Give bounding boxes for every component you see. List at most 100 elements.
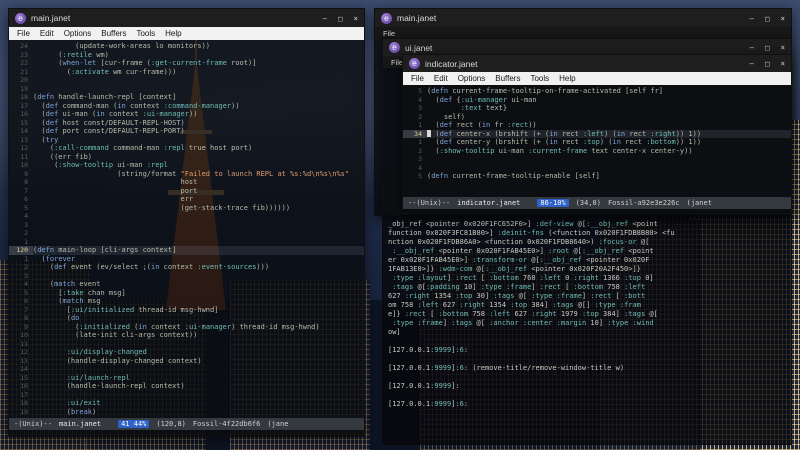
menu-item-options[interactable]: Options [453,74,491,83]
code-line[interactable]: 16 (handle-launch-repl context) [9,382,364,391]
code-line[interactable]: 9 (string/format "Failed to launch REPL … [9,170,364,179]
indicator-editor-lines[interactable]: 5 (defn current-frame-tooltip-on-frame-ac… [403,85,791,197]
code-line[interactable]: 12 :ui/display-changed [9,348,364,357]
code-line[interactable]: 1 (def rect (in fr :rect)) [403,121,791,130]
code-line[interactable]: 13 (handle-display-changed context) [9,357,364,366]
code-line[interactable]: 14 (def port const/DEFAULT-REPL-PORT) [9,127,364,136]
window-main-janet[interactable]: e main.janet – □ × File Edit Options Buffer… [8,8,365,437]
code-line[interactable]: 19 [9,85,364,94]
close-button[interactable]: × [353,14,358,23]
code-line[interactable]: 22 (when-let [cur-frame (:get-current-fr… [9,59,364,68]
line-number: 8 [24,178,28,186]
code-line[interactable]: 16 (def ui-man (in context :ui-manager)) [9,110,364,119]
menu-item-buffers[interactable]: Buffers [490,74,525,83]
code-line[interactable]: 7 [:ui/initialized thread-id msg-hwnd] [9,306,364,315]
menu-item-help[interactable]: Help [160,29,186,38]
code-line[interactable]: 34 (def center-x (brshift (+ (in rect :l… [403,129,791,138]
title-bar[interactable]: e main.janet – □ × [9,9,364,27]
line-number: 12 [20,144,28,152]
code-line[interactable]: 4 (match event [9,280,364,289]
code-line[interactable]: 2 (:show-tooltip ui-man :current-frame t… [403,147,791,156]
minibuffer[interactable] [403,209,791,213]
menu-item-file[interactable]: File [406,74,429,83]
menu-item-options[interactable]: Options [59,29,97,38]
code-line[interactable]: 24 (update-work-areas lo monitors)) [9,42,364,51]
code-line[interactable]: 4 [9,212,364,221]
code-line[interactable]: 11 [9,340,364,349]
title-bar[interactable]: e indicator.janet – □ × [403,55,791,72]
code-line[interactable]: 14 [9,365,364,374]
code-line[interactable]: 6 (match msg [9,297,364,306]
menu-item-tools[interactable]: Tools [525,74,554,83]
code-line[interactable]: 5 (get-stack-trace fib)))))) [9,204,364,213]
close-button[interactable]: × [780,43,785,52]
code-line[interactable]: 7 port [9,187,364,196]
code-line[interactable]: 1 (forever [9,255,364,264]
menu-item-help[interactable]: Help [554,74,580,83]
code-line[interactable]: 15 :ui/launch-repl [9,374,364,383]
code-line[interactable]: 1 (def center-y (brshift (+ (in rect :to… [403,138,791,147]
menu-bar: File Edit Options Buffers Tools Help [9,27,364,40]
code-line[interactable]: 15 (def host const/DEFAULT-REPL-HOST) [9,119,364,128]
code-line[interactable]: 8 host [9,178,364,187]
maximize-button[interactable]: □ [765,59,770,68]
line-number: 20 [20,76,28,84]
code-line[interactable]: 17 [9,391,364,400]
code-line[interactable]: 17 (def command-man (in context :command… [9,102,364,111]
code-line[interactable]: 2 [9,229,364,238]
title-bar[interactable]: e main.janet – □ × [375,9,791,27]
close-button[interactable]: × [780,14,785,23]
close-button[interactable]: × [780,59,785,68]
code-line[interactable]: 18 :ui/exit [9,399,364,408]
minibuffer[interactable] [9,430,364,436]
code-line[interactable]: 120 (defn main-loop [cli-args context] [9,246,364,255]
line-number: 6 [24,297,28,305]
code-line[interactable]: 4 [403,164,791,173]
code-line[interactable]: 3 [403,155,791,164]
code-line[interactable]: 4 (def {:ui-manager ui-man [403,96,791,105]
code-line[interactable]: 3 [9,221,364,230]
terminal-line: _obj_ref <pointer 0x020F1FC652F0>] :def-… [388,220,658,228]
code-line[interactable]: 2 (def event (ev/select ;(in context :ev… [9,263,364,272]
line-number: 8 [24,314,28,322]
code-line[interactable]: 5 (defn current-frame-tooltip-on-frame-ac… [403,87,791,96]
modeline-major-mode: (jane [267,420,289,428]
menu-item-edit[interactable]: Edit [35,29,59,38]
code-line[interactable]: 18 (defn handle-launch-repl [context] [9,93,364,102]
code-line[interactable]: 13 (try [9,136,364,145]
line-number: 2 [24,229,28,237]
code-line[interactable]: 3 :text text} [403,104,791,113]
minimize-button[interactable]: – [322,14,327,23]
code-line[interactable]: 20 [9,76,364,85]
code-line[interactable]: 2 self) [403,113,791,122]
code-line[interactable]: 10 (:show-tooltip ui-man :repl [9,161,364,170]
code-line[interactable]: 12 (:call-command command-man :repl true… [9,144,364,153]
window-indicator-janet[interactable]: e indicator.janet – □ × File Edit Options B… [402,54,792,214]
code-line[interactable]: 6 err [9,195,364,204]
menu-item-file[interactable]: File [378,29,400,38]
maximize-button[interactable]: □ [338,14,343,23]
code-line[interactable]: 1 [9,238,364,247]
terminal-window[interactable]: _obj_ref <pointer 0x020F1FC652F0>] :def-… [382,215,792,445]
menu-item-tools[interactable]: Tools [131,29,160,38]
maximize-button[interactable]: □ [765,43,770,52]
maximize-button[interactable]: □ [765,14,770,23]
menu-item-edit[interactable]: Edit [429,74,453,83]
code-line[interactable]: 8 (do [9,314,364,323]
minimize-button[interactable]: – [749,14,754,23]
code-line[interactable]: 11 ((err fib) [9,153,364,162]
code-line[interactable]: 10 (late-init cli-args context)) [9,331,364,340]
code-line[interactable]: 5 (defn current-frame-tooltip-enable [sel… [403,172,791,181]
code-line[interactable]: 19 (break) [9,408,364,417]
main-editor-lines[interactable]: 24 (update-work-areas lo monitors)) 23 (:… [9,40,364,418]
menu-item-file[interactable]: File [12,29,35,38]
code-line[interactable]: 21 (:activate wm cur-frame))) [9,68,364,77]
code-line[interactable]: 5 [:take chan msg] [9,289,364,298]
code-line[interactable]: 23 (:retile wm) [9,51,364,60]
code-line[interactable]: 9 (:initialized (in context :ui-manager)… [9,323,364,332]
minimize-button[interactable]: – [749,59,754,68]
code-line[interactable]: 3 [9,272,364,281]
line-number: 13 [20,356,28,365]
menu-item-buffers[interactable]: Buffers [96,29,131,38]
minimize-button[interactable]: – [749,43,754,52]
